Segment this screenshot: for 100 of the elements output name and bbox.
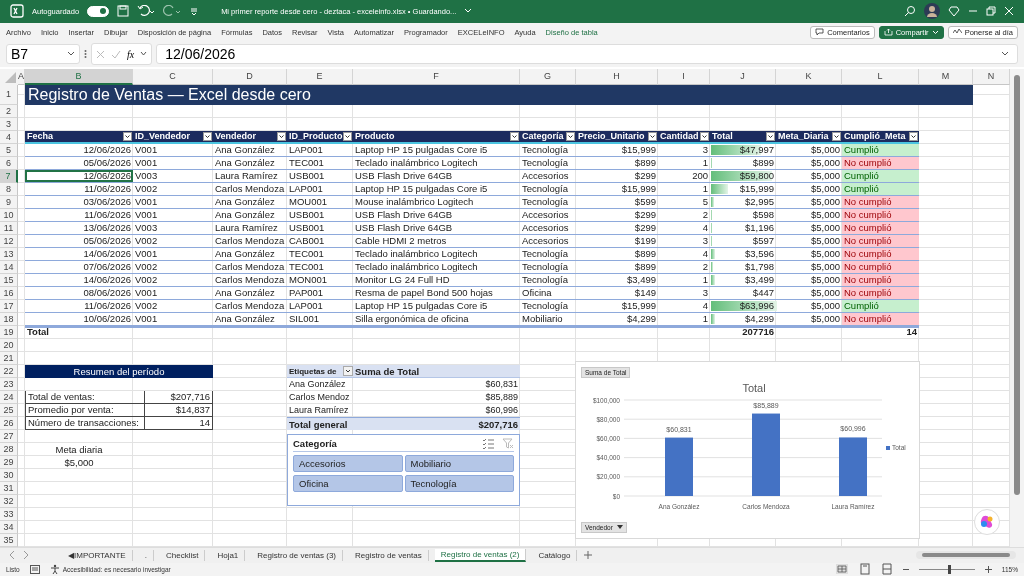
page-break-icon[interactable] xyxy=(880,563,893,576)
column-header[interactable]: F xyxy=(353,68,520,85)
sheet-tab[interactable]: Registro de ventas (3) xyxy=(251,549,343,561)
sheet-tab[interactable]: . xyxy=(138,549,154,561)
slicer-item[interactable]: Oficina xyxy=(293,474,403,492)
product-cell: USB Flash Drive 64GB xyxy=(353,169,520,183)
expand-icon[interactable] xyxy=(1001,51,1009,58)
column-header[interactable]: J xyxy=(710,68,776,85)
table-header[interactable]: ID_Producto xyxy=(287,130,353,144)
zoom-in-icon[interactable] xyxy=(984,565,992,573)
autosave-toggle[interactable] xyxy=(87,5,110,17)
total-cell: $2,995 xyxy=(710,195,776,209)
chart-title: Total xyxy=(742,381,766,394)
table-header[interactable]: ID_Vendedor xyxy=(133,130,213,144)
table-header[interactable]: Fecha xyxy=(25,130,133,144)
slicer-item[interactable]: Accesorios xyxy=(293,454,403,472)
column-header[interactable]: M xyxy=(919,68,973,85)
quantity-cell: 200 xyxy=(658,169,710,183)
slicer-item[interactable]: Mobiliario xyxy=(404,454,514,472)
horizontal-scrollbar[interactable] xyxy=(916,551,1016,560)
column-header[interactable]: D xyxy=(213,68,287,85)
table-header[interactable]: Cumplió_Meta xyxy=(842,130,919,144)
add-sheet-icon[interactable] xyxy=(583,550,594,561)
close-icon[interactable] xyxy=(1004,6,1014,17)
date-cell: 05/06/2026 xyxy=(25,156,133,170)
table-header[interactable]: Vendedor xyxy=(213,130,287,144)
row-number[interactable]: 1 xyxy=(0,84,18,105)
more-icon xyxy=(84,49,87,60)
multi-select-icon[interactable] xyxy=(482,437,494,449)
insert-function-button[interactable]: fx xyxy=(127,48,135,60)
check-icon[interactable] xyxy=(111,49,121,59)
column-header[interactable]: L xyxy=(842,68,919,85)
category-cell: Accesorios xyxy=(520,234,576,248)
date-cell: 14/06/2026 xyxy=(25,273,133,287)
column-header[interactable]: I xyxy=(658,68,710,85)
sheet-tab[interactable]: Registro de ventas (2) xyxy=(434,548,527,562)
dropdown-icon[interactable] xyxy=(648,131,657,141)
dropdown-icon[interactable] xyxy=(277,131,286,141)
sheet-tab[interactable]: Hoja1 xyxy=(211,549,246,561)
price-cell: $899 xyxy=(576,260,658,274)
sheet-tab[interactable]: Catálogo xyxy=(532,549,578,561)
dropdown-icon[interactable] xyxy=(203,131,212,141)
dropdown-icon[interactable] xyxy=(343,131,352,141)
dropdown-icon[interactable] xyxy=(700,131,709,141)
table-header[interactable]: Categoría xyxy=(520,130,576,144)
table-header[interactable]: Precio_Unitario xyxy=(576,130,658,144)
column-header[interactable]: E xyxy=(287,68,353,85)
total-cell: $47,997 xyxy=(710,143,776,157)
caret-icon[interactable] xyxy=(140,51,148,58)
macro-icon[interactable] xyxy=(29,564,40,574)
undo-icon[interactable] xyxy=(137,5,156,18)
vertical-scrollbar[interactable] xyxy=(1010,68,1024,547)
total-cell: $4,299 xyxy=(710,312,776,326)
category-cell: Tecnología xyxy=(520,195,576,209)
dropdown-icon[interactable] xyxy=(909,131,918,141)
copilot-icon[interactable] xyxy=(974,508,1000,535)
price-cell: $3,499 xyxy=(576,273,658,287)
category-cell: Tecnología xyxy=(520,156,576,170)
id-cell: TEC001 xyxy=(287,247,353,261)
category-cell: Tecnología xyxy=(520,247,576,261)
customize-icon[interactable] xyxy=(189,6,200,17)
diamond-icon[interactable] xyxy=(948,5,960,18)
filter-dropdown-icon[interactable] xyxy=(343,366,353,376)
formula-field[interactable]: 12/06/2026 xyxy=(156,44,1018,65)
table-header[interactable]: Cantidad xyxy=(658,130,710,144)
save-icon[interactable] xyxy=(117,5,130,18)
column-header[interactable]: H xyxy=(576,68,658,85)
total-cell: $1,196 xyxy=(710,221,776,235)
sheet-tab[interactable]: Registro de ventas xyxy=(349,549,429,561)
id-cell: CAB001 xyxy=(287,234,353,248)
dropdown-icon[interactable] xyxy=(566,131,575,141)
column-header[interactable]: C xyxy=(133,68,213,85)
column-header[interactable]: B xyxy=(25,68,133,85)
avatar-icon[interactable] xyxy=(924,3,940,20)
dropdown-icon[interactable] xyxy=(123,131,132,141)
dropdown-icon[interactable] xyxy=(832,131,841,141)
search-icon[interactable] xyxy=(904,5,916,18)
restore-icon[interactable] xyxy=(986,6,996,17)
dropdown-icon[interactable] xyxy=(510,131,519,141)
slicer-item[interactable]: Tecnología xyxy=(404,474,514,492)
table-header[interactable]: Meta_Diaria xyxy=(776,130,842,144)
normal-view-icon[interactable] xyxy=(834,563,849,576)
id-cell: LAP001 xyxy=(287,143,353,157)
page-layout-icon[interactable] xyxy=(858,563,871,576)
table-header[interactable]: Total xyxy=(710,130,776,144)
column-header[interactable]: N xyxy=(973,68,1010,85)
product-cell: Resma de papel Bond 500 hojas xyxy=(353,286,520,300)
dropdown-icon[interactable] xyxy=(766,131,775,141)
sheet-tab[interactable]: Checklist xyxy=(159,549,206,561)
product-cell: USB Flash Drive 64GB xyxy=(353,208,520,222)
column-header[interactable]: K xyxy=(776,68,842,85)
name-cell: Laura Ramírez xyxy=(213,169,287,183)
sheet-tab[interactable]: ◀IMPORTANTE xyxy=(62,549,133,561)
id-cell: V002 xyxy=(133,182,213,196)
column-header[interactable]: G xyxy=(520,68,576,85)
quantity-cell: 1 xyxy=(658,273,710,287)
table-header[interactable]: Producto xyxy=(353,130,520,144)
name-box[interactable]: B7 xyxy=(6,44,80,65)
redo-icon[interactable] xyxy=(163,5,182,18)
product-cell: Laptop HP 15 pulgadas Core i5 xyxy=(353,182,520,196)
